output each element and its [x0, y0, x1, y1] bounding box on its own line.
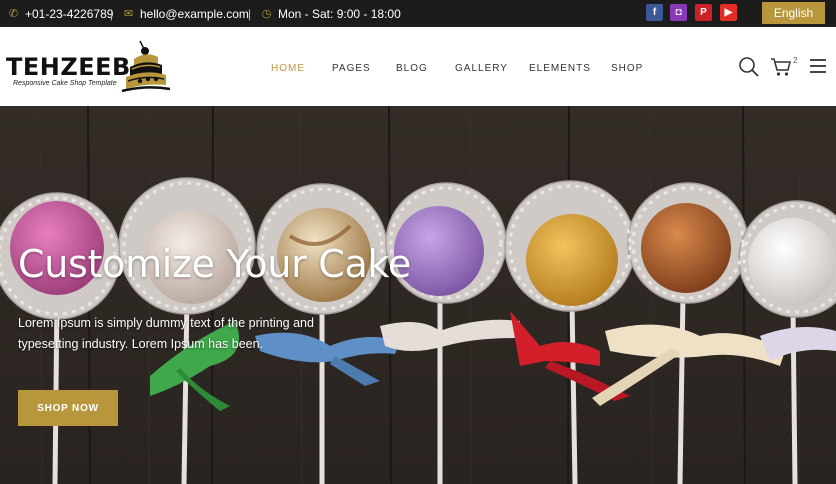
phone-contact[interactable]: ✆ +01-23-4226789	[8, 0, 114, 27]
search-icon[interactable]	[738, 56, 760, 78]
youtube-link[interactable]: ▶	[720, 4, 737, 21]
opening-hours: ◷ Mon - Sat: 9:00 - 18:00	[261, 0, 401, 27]
hours-text: Mon - Sat: 9:00 - 18:00	[278, 6, 401, 21]
nav-item-blog[interactable]: BLOG	[396, 63, 428, 74]
nav-item-gallery[interactable]: GALLERY	[455, 63, 508, 74]
nav-item-home[interactable]: HOME	[271, 63, 305, 74]
separator: |	[248, 6, 252, 21]
phone-icon: ✆	[8, 8, 19, 20]
hero-background-image	[0, 106, 836, 484]
clock-icon: ◷	[261, 8, 272, 20]
phone-text: +01-23-4226789	[25, 6, 114, 21]
pinterest-link[interactable]: P	[695, 4, 712, 21]
logo[interactable]: TEHZEEB Responsive Cake Shop Template	[4, 37, 174, 97]
logo-tagline: Responsive Cake Shop Template	[13, 80, 117, 87]
youtube-icon: ▶	[724, 7, 733, 18]
nav-item-elements[interactable]: ELEMENTS	[529, 63, 591, 74]
logo-text: TEHZEEB	[6, 53, 131, 81]
cake-logo-icon	[121, 40, 171, 93]
nav-item-pages[interactable]: PAGES	[332, 63, 371, 74]
separator: |	[110, 6, 114, 21]
hero-description: Lorem Ipsum is simply dummy text of the …	[18, 316, 314, 351]
hero-slider: Customize Your Cake Lorem Ipsum is simpl…	[0, 106, 836, 484]
cart-count-badge: 2	[793, 56, 798, 65]
site-header: TEHZEEB Responsive Cake Shop Template HO…	[0, 27, 836, 106]
facebook-link[interactable]: f	[646, 4, 663, 21]
instagram-link[interactable]: ◘	[670, 4, 687, 21]
email-text: hello@example.com	[140, 6, 249, 21]
facebook-icon: f	[652, 7, 657, 18]
hero-title: Customize Your Cake	[18, 242, 411, 286]
envelope-icon: ✉	[123, 8, 134, 20]
nav-item-shop[interactable]: SHOP	[611, 63, 643, 74]
instagram-icon: ◘	[675, 7, 682, 18]
shop-now-button[interactable]: SHOP NOW	[18, 390, 118, 426]
cart-icon[interactable]	[770, 56, 792, 78]
language-selector[interactable]: English	[762, 2, 825, 24]
top-bar: ✆ +01-23-4226789 | ✉ hello@example.com |…	[0, 0, 836, 27]
hamburger-menu-icon[interactable]	[810, 58, 826, 74]
pinterest-icon: P	[700, 7, 707, 18]
email-contact[interactable]: ✉ hello@example.com	[123, 0, 249, 27]
